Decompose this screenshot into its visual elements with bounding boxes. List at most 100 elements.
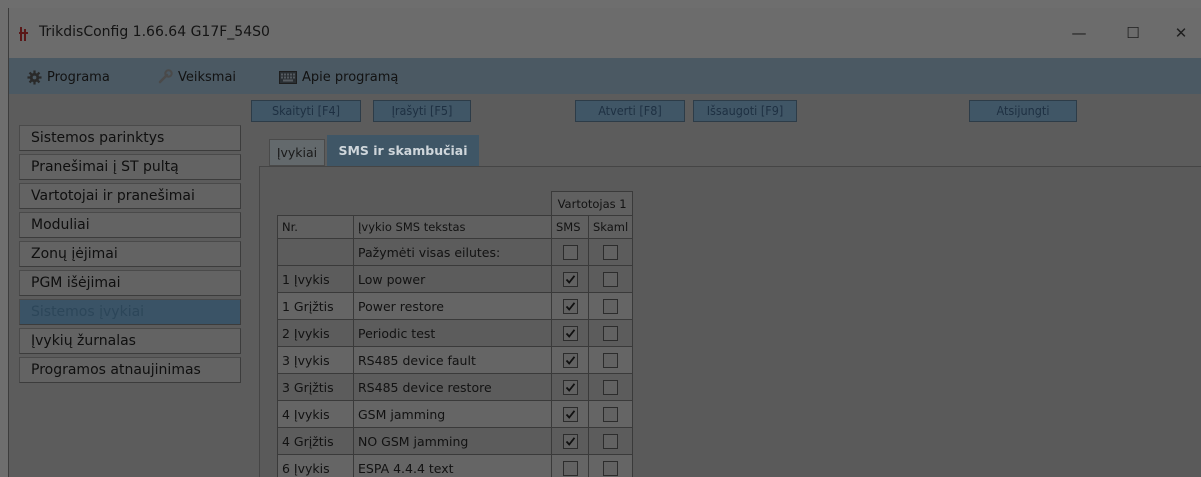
checkmark-icon — [565, 275, 575, 284]
table-row[interactable]: 4 Įvykis GSM jamming — [277, 400, 634, 428]
sidebar-item-pranesimai[interactable]: Pranešimai į ST pultą — [19, 154, 241, 180]
sidebar-item-programos-atnaujinimas[interactable]: Programos atnaujinimas — [19, 357, 241, 383]
table-blank-cell — [354, 192, 552, 216]
write-button[interactable]: Įrašyti [F5] — [373, 100, 471, 122]
table-row[interactable]: 1 Įvykis Low power — [277, 265, 634, 293]
table-cell — [587, 373, 634, 401]
call-checkbox[interactable] — [603, 272, 619, 287]
table-blank-cell — [278, 192, 354, 216]
call-checkbox[interactable] — [603, 434, 619, 449]
checkmark-icon — [565, 329, 575, 338]
menu-veiksmai-label: Veiksmai — [178, 69, 237, 85]
call-checkbox[interactable] — [603, 299, 619, 314]
save-button[interactable]: Išsaugoti [F9] — [693, 100, 797, 122]
gear-icon — [27, 69, 42, 85]
events-table: Vartotojas 1 Nr. Įvykio SMS tekstas SMS … — [277, 191, 634, 477]
menu-programa[interactable]: Programa — [27, 67, 110, 87]
table-cell — [587, 238, 634, 266]
sms-checkbox[interactable] — [562, 272, 578, 287]
call-checkbox[interactable] — [603, 380, 619, 395]
select-all-sms-checkbox[interactable] — [562, 245, 578, 260]
table-cell — [551, 454, 589, 477]
select-all-label: Pažymėti visas eilutes: — [353, 238, 552, 266]
table-row[interactable]: 1 Grįžtis Power restore — [277, 292, 634, 320]
checkmark-icon — [565, 356, 575, 365]
event-number: 6 Įvykis — [277, 454, 354, 477]
checkmark-icon — [565, 410, 575, 419]
window-title: TrikdisConfig 1.66.64 G17F_54S0 — [39, 24, 270, 40]
call-checkbox[interactable] — [603, 326, 619, 341]
table-cell — [587, 454, 634, 477]
sidebar-item-ivykiu-zurnalas[interactable]: Įvykių žurnalas — [19, 328, 241, 354]
table-cell — [587, 346, 634, 374]
sms-checkbox[interactable] — [562, 461, 578, 476]
table-cell — [551, 373, 589, 401]
tab-sms-ir-skambuciai[interactable]: SMS ir skambučiai — [327, 135, 479, 166]
app-logo-icon — [19, 27, 28, 41]
table-header-row: Nr. Įvykio SMS tekstas SMS Skaml — [277, 215, 634, 239]
sms-checkbox[interactable] — [562, 353, 578, 368]
sidebar-item-zonu-ejimai[interactable]: Zonų įėjimai — [19, 241, 241, 267]
table-cell — [587, 292, 634, 320]
sms-checkbox[interactable] — [562, 380, 578, 395]
wrench-icon — [158, 69, 173, 84]
table-row[interactable]: 2 Įvykis Periodic test — [277, 319, 634, 347]
sms-checkbox[interactable] — [562, 326, 578, 341]
column-header-sms: SMS — [551, 215, 589, 239]
tab-ivykiai[interactable]: Įvykiai — [269, 139, 325, 166]
event-sms-text: RS485 device fault — [353, 346, 552, 374]
keyboard-icon — [279, 70, 297, 84]
menu-programa-label: Programa — [47, 69, 110, 85]
event-sms-text: Low power — [353, 265, 552, 293]
event-sms-text: NO GSM jamming — [353, 427, 552, 455]
table-row[interactable]: 6 Įvykis ESPA 4.4.4 text — [277, 454, 634, 477]
sms-checkbox[interactable] — [562, 434, 578, 449]
sidebar-item-vartotojai[interactable]: Vartotojai ir pranešimai — [19, 183, 241, 209]
table-cell — [551, 346, 589, 374]
sms-checkbox[interactable] — [562, 299, 578, 314]
call-checkbox[interactable] — [603, 353, 619, 368]
event-number: 1 Grįžtis — [277, 292, 354, 320]
sidebar-item-sistemos-parinktys[interactable]: Sistemos parinktys — [19, 125, 241, 151]
table-row[interactable]: 3 Įvykis RS485 device fault — [277, 346, 634, 374]
table-row[interactable]: 4 Grįžtis NO GSM jamming — [277, 427, 634, 455]
sidebar-item-pgm-isejimai[interactable]: PGM išėjimai — [19, 270, 241, 296]
table-cell — [551, 238, 589, 266]
title-bar[interactable]: TrikdisConfig 1.66.64 G17F_54S0 — ☐ ✕ — [9, 8, 1201, 58]
call-checkbox[interactable] — [603, 461, 619, 476]
table-cell — [551, 400, 589, 428]
minimize-button[interactable]: — — [1059, 22, 1099, 44]
column-header-nr: Nr. — [277, 215, 354, 239]
call-checkbox[interactable] — [603, 407, 619, 422]
event-number: 4 Įvykis — [277, 400, 354, 428]
table-row[interactable]: 3 Grįžtis RS485 device restore — [277, 373, 634, 401]
event-sms-text: ESPA 4.4.4 text — [353, 454, 552, 477]
table-cell — [587, 265, 634, 293]
read-button[interactable]: Skaityti [F4] — [251, 100, 361, 122]
select-all-row: Pažymėti visas eilutes: — [277, 238, 634, 266]
event-number: 2 Įvykis — [277, 319, 354, 347]
close-button[interactable]: ✕ — [1161, 22, 1201, 44]
menu-bar: Programa Veiksmai Apie programą — [9, 58, 1201, 94]
column-header-call: Skaml — [587, 215, 634, 239]
user-group-header: Vartotojas 1 — [550, 191, 634, 216]
event-number: 1 Įvykis — [277, 265, 354, 293]
menu-apie-label: Apie programą — [302, 69, 399, 85]
menu-apie[interactable]: Apie programą — [279, 67, 398, 87]
checkmark-icon — [565, 437, 575, 446]
sidebar-item-moduliai[interactable]: Moduliai — [19, 212, 241, 238]
sms-checkbox[interactable] — [562, 407, 578, 422]
sidebar-item-sistemos-ivykiai[interactable]: Sistemos įvykiai — [19, 299, 241, 325]
open-button[interactable]: Atverti [F8] — [575, 100, 685, 122]
maximize-button[interactable]: ☐ — [1113, 22, 1153, 44]
table-group-header-row: Vartotojas 1 — [278, 191, 634, 216]
menu-veiksmai[interactable]: Veiksmai — [157, 67, 236, 87]
table-cell — [587, 400, 634, 428]
checkmark-icon — [565, 383, 575, 392]
disconnect-button[interactable]: Atsijungti — [969, 100, 1077, 122]
event-number: 3 Grįžtis — [277, 373, 354, 401]
event-sms-text: GSM jamming — [353, 400, 552, 428]
select-all-call-checkbox[interactable] — [603, 245, 619, 260]
checkmark-icon — [565, 302, 575, 311]
table-cell — [587, 319, 634, 347]
